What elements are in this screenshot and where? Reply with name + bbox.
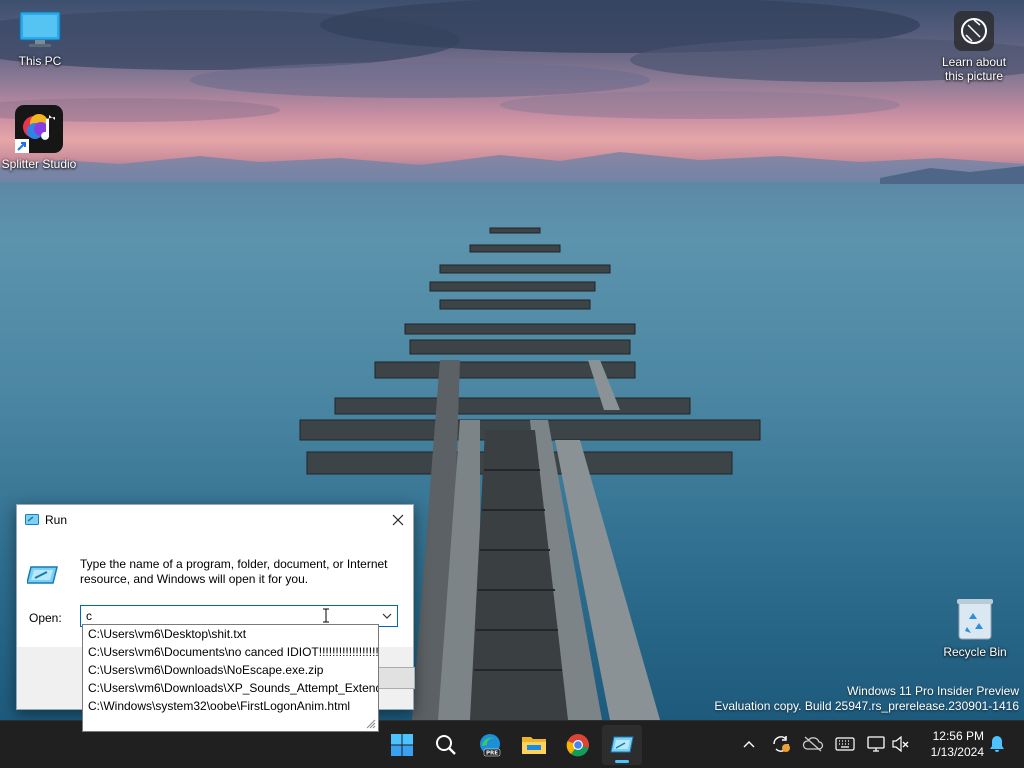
desktop-icon-splitter-studio[interactable]: Splitter Studio	[0, 105, 79, 171]
close-button[interactable]	[383, 505, 413, 535]
volume-mute-icon	[892, 735, 909, 753]
volume-tray-button[interactable]	[890, 733, 912, 755]
notification-bell-icon	[990, 736, 1004, 752]
chevron-down-icon	[382, 613, 392, 619]
desktop-icon-label: This PC	[18, 54, 62, 68]
watermark-build: Evaluation copy. Build 25947.rs_prerelea…	[714, 699, 1019, 713]
search-icon	[436, 735, 456, 755]
run-description: Type the name of a program, folder, docu…	[80, 557, 388, 586]
chrome-icon	[566, 734, 589, 757]
autocomplete-item[interactable]: C:\Users\vm6\Downloads\NoEscape.exe.zip	[83, 661, 378, 679]
network-icon	[867, 736, 885, 752]
run-app-icon	[610, 736, 634, 753]
autocomplete-item[interactable]: C:\Users\vm6\Desktop\shit.txt	[83, 625, 378, 643]
sync-tray-button[interactable]	[770, 733, 792, 755]
run-title: Run	[45, 513, 68, 527]
autocomplete-item[interactable]: C:\Users\vm6\Documents\no canced IDIOT!!…	[83, 643, 378, 661]
file-explorer-button[interactable]	[514, 725, 554, 765]
start-button[interactable]	[382, 725, 422, 765]
desktop-icon-label: Splitter Studio	[1, 157, 77, 171]
watermark-edition: Windows 11 Pro Insider Preview	[847, 684, 1019, 698]
show-hidden-icons-button[interactable]	[738, 733, 760, 755]
resize-grip-icon[interactable]	[366, 719, 376, 729]
clock-date: 1/13/2024	[930, 745, 984, 759]
desktop-icon-this-pc[interactable]: This PC	[0, 10, 80, 68]
system-clock[interactable]: 12:56 PM 1/13/2024	[931, 728, 984, 760]
file-explorer-icon	[522, 737, 546, 754]
open-input[interactable]: c	[86, 609, 92, 623]
active-indicator	[615, 760, 629, 763]
learn-about-picture[interactable]: Learn about this picture	[934, 11, 1014, 83]
notifications-button[interactable]	[986, 733, 1008, 755]
network-tray-button[interactable]	[866, 733, 888, 755]
learn-about-label: Learn about this picture	[941, 55, 1007, 83]
keyboard-icon	[835, 737, 855, 751]
dropdown-button[interactable]	[380, 609, 394, 623]
close-icon	[392, 514, 404, 526]
svg-text:PRE: PRE	[486, 751, 498, 757]
run-icon	[25, 514, 39, 525]
run-title-bar[interactable]: Run	[17, 505, 413, 535]
windows-watermark: Windows 11 Pro Insider Preview Evaluatio…	[714, 684, 1019, 714]
desktop-icon-label: Recycle Bin	[943, 645, 1007, 659]
camera-icon	[954, 11, 994, 51]
chrome-button[interactable]	[558, 725, 598, 765]
autocomplete-item[interactable]: C:\Users\vm6\Downloads\XP_Sounds_Attempt…	[83, 679, 378, 697]
edge-pre-icon: PRE	[480, 734, 501, 757]
recycle-bin-icon	[957, 597, 993, 641]
autocomplete-item[interactable]: C:\Windows\system32\oobe\FirstLogonAnim.…	[83, 697, 378, 715]
clock-time: 12:56 PM	[932, 729, 984, 743]
cloud-off-icon	[802, 736, 824, 752]
desktop-icon-recycle-bin[interactable]: Recycle Bin	[935, 597, 1015, 659]
text-cursor-icon	[323, 608, 329, 623]
app-icon	[15, 105, 63, 153]
keyboard-tray-button[interactable]	[834, 733, 856, 755]
run-large-icon	[26, 559, 59, 591]
onedrive-tray-button[interactable]	[802, 733, 824, 755]
search-button[interactable]	[426, 725, 466, 765]
start-icon	[391, 734, 413, 756]
autocomplete-list: C:\Users\vm6\Desktop\shit.txt C:\Users\v…	[82, 624, 379, 732]
open-label: Open:	[29, 611, 62, 625]
edge-taskbar-button[interactable]: PRE	[470, 725, 510, 765]
monitor-icon	[19, 10, 61, 50]
sync-icon	[773, 736, 790, 752]
chevron-up-icon	[743, 741, 755, 748]
run-taskbar-button[interactable]	[602, 725, 642, 765]
